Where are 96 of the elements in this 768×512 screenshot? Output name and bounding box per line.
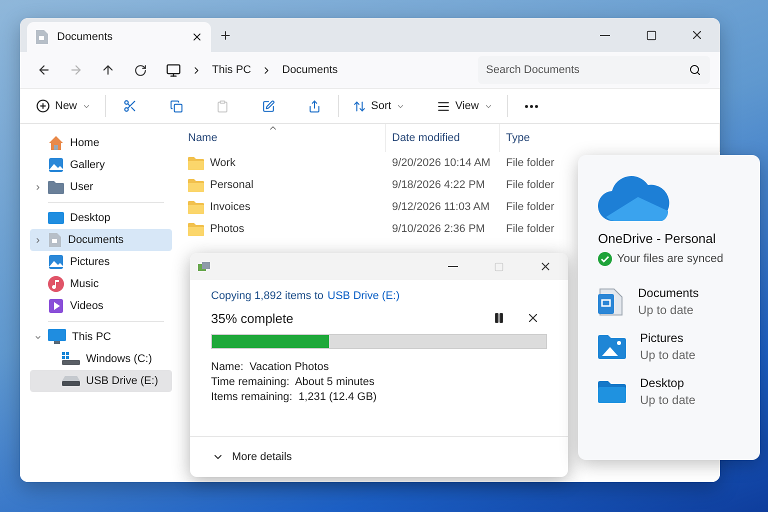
- back-arrow-icon: [37, 63, 51, 77]
- folder-name[interactable]: Desktop: [640, 376, 696, 390]
- detail-line: Items remaining: 1,231 (12.4 GB): [211, 391, 378, 403]
- folder-icon: [188, 156, 204, 170]
- sidebar-item[interactable]: Music: [30, 273, 172, 295]
- picture-icon: [48, 254, 64, 270]
- document-icon: [598, 288, 624, 316]
- column-header[interactable]: Name: [182, 124, 386, 152]
- folder-icon: [188, 200, 204, 214]
- date-cell-text: 9/12/2026 11:03 AM: [391, 201, 491, 213]
- type-cell-text: File folder: [505, 201, 556, 213]
- minimize-icon: [600, 34, 610, 36]
- more-icon: [525, 104, 538, 108]
- folder-name[interactable]: Pictures: [640, 331, 696, 345]
- copy-icon: [170, 100, 183, 112]
- folder-status: Up to date: [640, 348, 696, 362]
- date-cell-text: 9/20/2026 10:14 AM: [391, 157, 492, 169]
- folder-status: Up to date: [638, 303, 694, 317]
- folder-name[interactable]: Documents: [638, 286, 699, 300]
- folder-icon: [188, 178, 204, 192]
- maximize-icon: [646, 30, 656, 40]
- type-cell-text: File folder: [505, 157, 556, 169]
- chevron-right-icon[interactable]: [34, 182, 42, 192]
- breadcrumb-item[interactable]: Documents: [282, 64, 338, 76]
- sidebar-item[interactable]: Documents: [30, 229, 172, 251]
- breadcrumb-item[interactable]: This PC: [212, 64, 252, 76]
- progress-text: 35% complete: [211, 310, 294, 326]
- monitor-icon: [48, 329, 66, 345]
- file-name-cell[interactable]: Invoices: [182, 200, 386, 214]
- sidebar-item[interactable]: User: [30, 176, 172, 198]
- picture-icon: [48, 157, 64, 173]
- view-button[interactable]: View: [433, 96, 497, 116]
- sidebar-item[interactable]: Home: [30, 132, 172, 154]
- house-icon: [48, 135, 64, 151]
- file-name-cell[interactable]: Photos: [182, 222, 386, 236]
- sidebar-item[interactable]: Desktop: [30, 207, 172, 229]
- plus-icon: [218, 28, 232, 42]
- column-header[interactable]: Type: [500, 124, 720, 152]
- sidebar-item[interactable]: Pictures: [30, 251, 172, 273]
- copy-heading: Copying 1,892 items to: [211, 290, 324, 302]
- date-cell-text: 9/10/2026 2:36 PM: [391, 223, 486, 235]
- more-details-link[interactable]: More details: [232, 451, 292, 463]
- close-icon: [538, 260, 552, 273]
- folder-status: Up to date: [640, 393, 696, 407]
- drive-icon: [62, 376, 80, 386]
- cloud-icon: [598, 175, 670, 221]
- chevron-right-icon[interactable]: [34, 236, 42, 244]
- clipboard-icon: [216, 100, 229, 112]
- column-header[interactable]: Date modified: [386, 124, 500, 152]
- search-field[interactable]: Search Documents: [478, 56, 710, 84]
- sidebar-item[interactable]: Videos: [30, 295, 172, 317]
- panel-title: OneDrive - Personal: [598, 231, 717, 246]
- video-icon: [48, 298, 64, 314]
- picture-folder-icon: [598, 334, 626, 360]
- copy-icon: [198, 262, 210, 272]
- pen-icon: [262, 100, 275, 112]
- document-icon: [48, 232, 62, 248]
- file-name-cell[interactable]: Personal: [182, 178, 386, 192]
- window-tab[interactable]: Documents: [27, 22, 211, 52]
- share-icon: [308, 100, 321, 112]
- sync-status: Your files are synced: [617, 253, 724, 265]
- type-cell-text: File folder: [505, 223, 556, 235]
- detail-line: Name: Vacation Photos: [211, 361, 330, 373]
- document-icon: [35, 29, 49, 45]
- scissors-icon: [123, 99, 138, 113]
- new-button[interactable]: New: [32, 95, 96, 117]
- detail-line: Time remaining: About 5 minutes: [211, 376, 376, 388]
- destination-link[interactable]: USB Drive (E:): [328, 290, 400, 302]
- maximize-icon: [494, 262, 504, 272]
- drive-icon: [62, 352, 80, 366]
- lines-icon: [437, 100, 450, 112]
- minimize-icon: [448, 266, 458, 267]
- file-name-cell[interactable]: Work: [182, 156, 386, 170]
- sidebar-item[interactable]: Gallery: [30, 154, 172, 176]
- sort-arrows-icon: [353, 100, 366, 112]
- refresh-icon: [134, 64, 146, 76]
- folder-icon: [598, 380, 626, 404]
- desktop-icon: [48, 211, 64, 225]
- forward-arrow-icon: [69, 63, 83, 77]
- sort-button[interactable]: Sort: [349, 96, 410, 116]
- plus-circle-icon: [36, 99, 50, 113]
- sidebar-item[interactable]: Windows (C:): [30, 348, 172, 370]
- folder-icon: [188, 222, 204, 236]
- type-cell-text: File folder: [505, 179, 556, 191]
- close-icon: [690, 28, 704, 42]
- check-icon: [598, 252, 612, 266]
- close-icon[interactable]: [191, 31, 203, 43]
- date-cell-text: 9/18/2026 4:22 PM: [391, 179, 486, 191]
- monitor-icon[interactable]: [166, 62, 181, 78]
- search-icon: [689, 64, 701, 76]
- close-icon: [526, 311, 540, 325]
- sidebar-item[interactable]: This PC: [30, 326, 172, 348]
- music-icon: [48, 276, 64, 292]
- sidebar-item[interactable]: USB Drive (E:): [30, 370, 172, 392]
- pause-icon: [493, 312, 505, 324]
- folder-icon: [48, 180, 64, 194]
